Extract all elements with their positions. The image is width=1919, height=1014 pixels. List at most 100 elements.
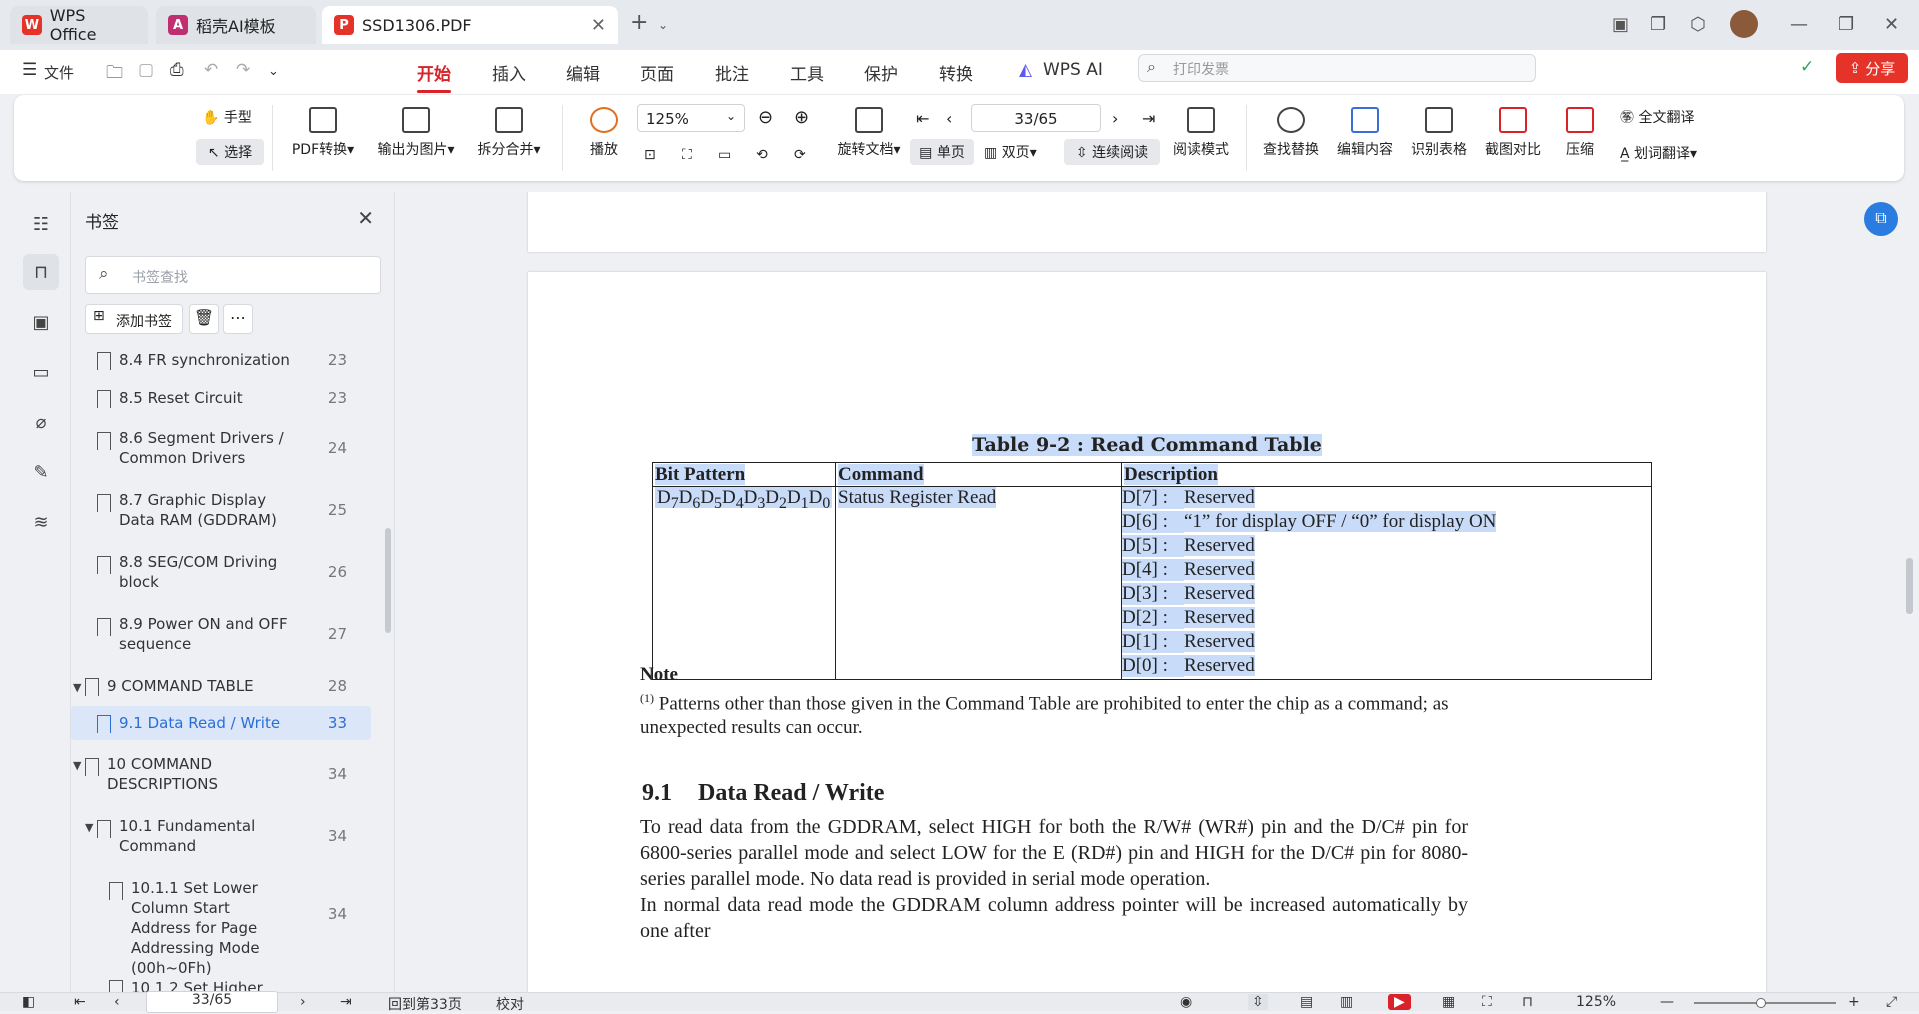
eye-icon[interactable]: ◉ bbox=[1180, 994, 1192, 1010]
last-page-icon[interactable]: ⇥ bbox=[1142, 109, 1155, 128]
open-folder-icon[interactable]: 🗀 bbox=[106, 60, 123, 89]
cube-icon[interactable]: ⬡ bbox=[1690, 14, 1706, 35]
zoom-slider-handle[interactable] bbox=[1756, 998, 1766, 1008]
bookmark-item[interactable]: 8.6 Segment Drivers / Common Drivers 24 bbox=[71, 428, 371, 472]
actual-size-icon[interactable]: ⊡ bbox=[644, 147, 656, 163]
find-replace-button[interactable]: 查找替换 bbox=[1260, 107, 1322, 159]
menu-file[interactable]: 文件 bbox=[44, 62, 74, 83]
back-to-page-link[interactable]: 回到第33页 bbox=[388, 994, 462, 1014]
grid-icon[interactable]: ▦ bbox=[1442, 994, 1455, 1010]
page-number-input[interactable]: 33/65 bbox=[971, 104, 1101, 132]
double-view-icon[interactable]: ▥ bbox=[1340, 994, 1353, 1010]
panel-scrollbar[interactable] bbox=[385, 528, 391, 633]
thumbnail-icon[interactable]: ▣ bbox=[23, 304, 59, 340]
rotate-doc-button[interactable]: 旋转文档▾ bbox=[832, 107, 906, 159]
fit-width-icon[interactable]: ▭ bbox=[718, 147, 731, 163]
window-switch-icon[interactable]: ❐ bbox=[1650, 14, 1666, 35]
play-button[interactable]: 播放 bbox=[584, 107, 624, 159]
tab-pdf-document[interactable]: P SSD1306.PDF ✕ bbox=[322, 6, 618, 44]
pdf-convert-button[interactable]: PDF转换▾ bbox=[286, 107, 360, 159]
split-merge-button[interactable]: 拆分合并▾ bbox=[472, 107, 546, 159]
outline-icon[interactable]: ☷ bbox=[23, 206, 59, 242]
select-tool-button[interactable]: ↖ 选择 bbox=[196, 139, 264, 165]
bookmark-item[interactable]: 8.4 FR synchronization 23 bbox=[71, 350, 371, 372]
last-page-icon[interactable]: ⇥ bbox=[340, 994, 352, 1010]
prev-page-icon[interactable]: ‹ bbox=[946, 109, 952, 128]
edit-content-button[interactable]: 编辑内容 bbox=[1334, 107, 1396, 159]
attachment-icon[interactable]: ⌀ bbox=[23, 404, 59, 440]
menu-tools[interactable]: 工具 bbox=[790, 60, 824, 85]
word-translate-button[interactable]: A̲ 划词翻译▾ bbox=[1620, 143, 1697, 163]
layers-icon[interactable]: ≋ bbox=[23, 504, 59, 540]
expand-arrow-icon[interactable]: ▼ bbox=[73, 678, 81, 698]
sync-check-icon[interactable]: ✓ bbox=[1800, 57, 1814, 77]
save-icon[interactable]: ▢ bbox=[138, 60, 154, 80]
hamburger-icon[interactable]: ☰ bbox=[22, 60, 37, 80]
recognize-table-button[interactable]: 识别表格 bbox=[1408, 107, 1470, 159]
bookmark-item[interactable]: 8.5 Reset Circuit 23 bbox=[71, 388, 371, 414]
export-image-button[interactable]: 输出为图片▾ bbox=[372, 107, 460, 159]
bookmark-item[interactable]: 8.9 Power ON and OFF sequence 27 bbox=[71, 614, 371, 658]
new-tab-icon[interactable]: + bbox=[630, 10, 648, 35]
comment-icon[interactable]: ▭ bbox=[23, 354, 59, 390]
bookmark-item[interactable]: 10.1.2 Set Higher bbox=[71, 978, 371, 992]
menu-convert[interactable]: 转换 bbox=[939, 60, 973, 85]
zoom-select[interactable]: 125% ⌄ bbox=[637, 104, 745, 132]
share-button[interactable]: ⇪ 分享 bbox=[1836, 53, 1908, 83]
menu-page[interactable]: 页面 bbox=[640, 60, 674, 85]
bookmark-item[interactable]: ▼ 9 COMMAND TABLE 28 bbox=[71, 676, 371, 702]
read-mode-button[interactable]: 阅读模式 bbox=[1170, 107, 1232, 159]
bookmark-item[interactable]: ▼ 10 COMMAND DESCRIPTIONS 34 bbox=[71, 754, 371, 798]
compress-button[interactable]: 压缩 bbox=[1560, 107, 1600, 159]
play-icon[interactable]: ▶ bbox=[1388, 994, 1411, 1010]
hand-tool-button[interactable]: ✋ 手型 bbox=[202, 107, 252, 127]
single-view-icon[interactable]: ▤ bbox=[1300, 994, 1313, 1010]
bookmark-item[interactable]: 8.8 SEG/COM Driving block 26 bbox=[71, 552, 371, 596]
fit-width-icon[interactable]: ⊓ bbox=[1522, 994, 1533, 1010]
bookmark-search-input[interactable]: 书签查找 bbox=[85, 256, 381, 294]
menu-comment[interactable]: 批注 bbox=[715, 60, 749, 85]
continuous-read-button[interactable]: ⇳ 连续阅读 bbox=[1064, 139, 1160, 165]
tab-daoke-ai[interactable]: A 稻壳AI模板 bbox=[156, 6, 316, 44]
double-page-button[interactable]: ▥ 双页▾ bbox=[984, 142, 1037, 162]
close-tab-icon[interactable]: ✕ bbox=[591, 15, 606, 36]
next-page-icon[interactable]: › bbox=[300, 994, 306, 1010]
zoom-level[interactable]: 125% bbox=[1576, 994, 1616, 1010]
more-options-button[interactable]: ⋯ bbox=[223, 304, 253, 334]
expand-arrow-icon[interactable]: ▼ bbox=[73, 756, 81, 776]
screenshot-compare-button[interactable]: 截图对比 bbox=[1482, 107, 1544, 159]
zoom-in-icon[interactable]: + bbox=[1848, 994, 1860, 1010]
full-translate-button[interactable]: ㉇ 全文翻译 bbox=[1620, 107, 1694, 127]
undo-icon[interactable]: ↶ bbox=[204, 60, 218, 80]
search-input[interactable]: 打印发票 bbox=[1138, 54, 1536, 82]
print-icon[interactable]: ⎙ bbox=[170, 60, 184, 80]
more-chevron-icon[interactable]: ⌄ bbox=[268, 64, 279, 79]
bookmark-item[interactable]: ▼ 10.1 Fundamental Command 34 bbox=[71, 816, 371, 860]
tab-list-chevron-icon[interactable]: ⌄ bbox=[658, 18, 668, 32]
prev-page-icon[interactable]: ‹ bbox=[114, 994, 120, 1010]
fullscreen-icon[interactable]: ⤢ bbox=[1886, 994, 1897, 1010]
menu-wps-ai[interactable]: WPS AI bbox=[1043, 60, 1103, 80]
bookmark-item-selected[interactable]: 9.1 Data Read / Write 33 bbox=[71, 706, 371, 740]
sidebar-toggle-icon[interactable]: ◧ bbox=[22, 994, 35, 1010]
document-scrollbar[interactable] bbox=[1906, 558, 1913, 614]
status-page-input[interactable]: 33/65 bbox=[146, 991, 278, 1013]
single-page-button[interactable]: ▤ 单页 bbox=[910, 139, 974, 165]
maximize-icon[interactable]: ❐ bbox=[1838, 14, 1854, 35]
tab-wps-office[interactable]: W WPS Office bbox=[10, 6, 148, 44]
signature-icon[interactable]: ✎ bbox=[23, 454, 59, 490]
document-viewer[interactable]: Table 9-2 : Read Command Table Bit Patte… bbox=[396, 192, 1919, 992]
delete-bookmark-button[interactable]: 🗑 bbox=[189, 304, 219, 334]
next-page-icon[interactable]: › bbox=[1112, 109, 1118, 128]
zoom-in-icon[interactable]: ⊕ bbox=[794, 107, 809, 128]
add-bookmark-button[interactable]: ⊞ 添加书签 bbox=[85, 304, 183, 334]
fit-page-icon[interactable]: ⛶ bbox=[682, 147, 692, 163]
bookmark-item[interactable]: 10.1.1 Set Lower Column Start Address fo… bbox=[71, 878, 371, 977]
rotate-left-icon[interactable]: ⟲ bbox=[756, 147, 768, 163]
floating-assistant-button[interactable]: ⧉ bbox=[1864, 202, 1898, 236]
avatar[interactable] bbox=[1730, 10, 1758, 38]
close-window-icon[interactable]: ✕ bbox=[1884, 14, 1899, 35]
close-panel-icon[interactable]: ✕ bbox=[357, 206, 374, 230]
first-page-icon[interactable]: ⇤ bbox=[74, 994, 86, 1010]
menu-start[interactable]: 开始 bbox=[417, 60, 451, 93]
